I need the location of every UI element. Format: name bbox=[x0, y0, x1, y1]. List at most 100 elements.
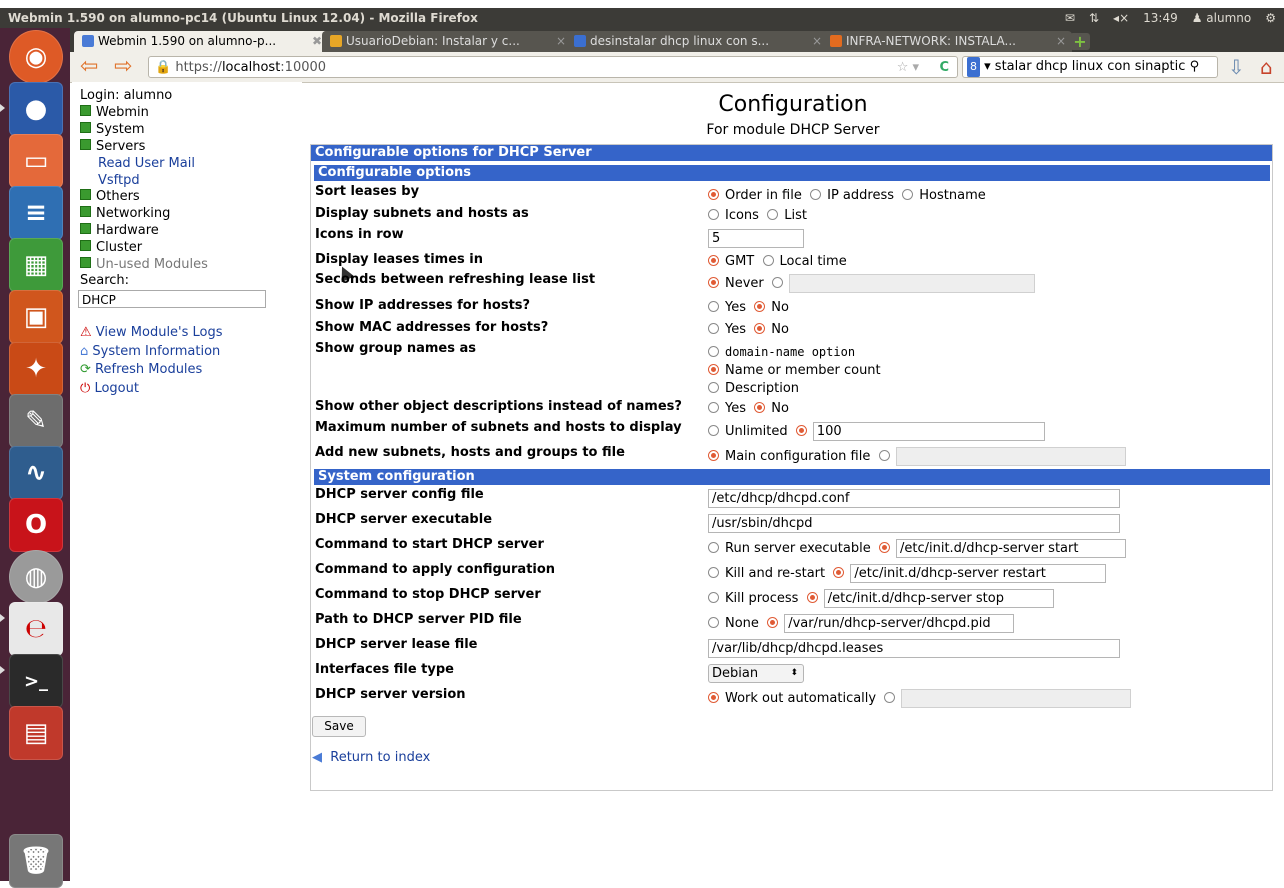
new-tab-button[interactable]: + bbox=[1070, 33, 1090, 50]
radio-icons[interactable] bbox=[708, 209, 719, 220]
module-read-user-mail[interactable]: Read User Mail bbox=[98, 156, 195, 172]
start-command-input[interactable]: /etc/init.d/dhcp-server start bbox=[895, 539, 1126, 558]
radio-name-or-member-count[interactable] bbox=[708, 364, 719, 375]
back-arrow-icon[interactable]: ⇦ bbox=[80, 55, 98, 79]
impress-icon[interactable]: ▣ bbox=[9, 290, 63, 344]
tab-usuariodebian[interactable]: UsuarioDebian: Instalar y c... × bbox=[322, 31, 572, 52]
tab-infra-network[interactable]: INFRA-NETWORK: INSTALA... × bbox=[822, 31, 1072, 52]
network-icon[interactable]: ⇅ bbox=[1089, 8, 1099, 28]
radio-never[interactable] bbox=[708, 277, 719, 288]
radio-version-custom[interactable] bbox=[884, 692, 896, 703]
close-tab-icon[interactable]: ✖ bbox=[312, 31, 322, 52]
system-monitor-icon[interactable]: ∿ bbox=[9, 446, 63, 500]
close-tab-icon[interactable]: × bbox=[812, 31, 822, 52]
radio-order-in-file[interactable] bbox=[708, 189, 719, 200]
ubuntu-logo-icon[interactable]: ◉ bbox=[9, 30, 63, 84]
volume-icon[interactable]: ◂× bbox=[1113, 8, 1129, 28]
radio-no[interactable] bbox=[754, 323, 766, 334]
close-tab-icon[interactable]: × bbox=[556, 31, 566, 52]
workspace-switcher-icon[interactable]: ▤ bbox=[9, 706, 63, 760]
save-button[interactable]: Save bbox=[312, 716, 366, 737]
tab-google-search[interactable]: desinstalar dhcp linux con s... × bbox=[566, 31, 828, 52]
google-search-engine-icon[interactable]: 8 bbox=[967, 57, 980, 77]
radio-hostname[interactable] bbox=[902, 189, 914, 200]
category-cluster[interactable]: Cluster bbox=[80, 240, 142, 256]
stop-command-input[interactable]: /etc/init.d/dhcp-server stop bbox=[823, 589, 1054, 608]
radio-list[interactable] bbox=[767, 209, 779, 220]
icons-in-row-input[interactable]: 5 bbox=[708, 229, 804, 248]
refresh-seconds-input[interactable] bbox=[789, 274, 1036, 293]
software-center-icon[interactable]: ✦ bbox=[9, 342, 63, 396]
radio-run-server-executable[interactable] bbox=[708, 542, 719, 553]
radio-ip-address[interactable] bbox=[810, 189, 822, 200]
system-information-link[interactable]: ⌂ System Information bbox=[80, 344, 220, 360]
downloads-icon[interactable]: ⇩ bbox=[1228, 55, 1245, 79]
refresh-modules-link[interactable]: ⟳ Refresh Modules bbox=[80, 362, 202, 378]
forward-arrow-icon[interactable]: ⇨ bbox=[114, 55, 132, 79]
radio-description[interactable] bbox=[708, 382, 719, 393]
category-unused-modules[interactable]: Un-used Modules bbox=[80, 257, 208, 273]
globe-icon[interactable]: ◍ bbox=[9, 550, 63, 604]
module-search-input[interactable]: DHCP bbox=[78, 290, 266, 308]
clock[interactable]: 13:49 bbox=[1143, 8, 1178, 28]
app-icon[interactable]: ℮ bbox=[9, 602, 63, 656]
radio-kill-and-restart[interactable] bbox=[708, 567, 719, 578]
files-icon[interactable]: ▭ bbox=[9, 134, 63, 188]
radio-none[interactable] bbox=[708, 617, 719, 628]
radio-max-custom[interactable] bbox=[795, 425, 807, 436]
opera-icon[interactable]: O bbox=[9, 498, 63, 552]
interfaces-type-select[interactable]: Debian ⬍ bbox=[708, 664, 804, 683]
radio-apply-custom[interactable] bbox=[833, 567, 845, 578]
category-system[interactable]: System bbox=[80, 122, 144, 138]
server-version-input[interactable] bbox=[901, 689, 1132, 708]
lease-file-input[interactable]: /var/lib/dhcp/dhcpd.leases bbox=[708, 639, 1120, 658]
radio-unlimited[interactable] bbox=[708, 425, 719, 436]
mail-icon[interactable]: ✉ bbox=[1065, 8, 1075, 28]
calc-icon[interactable]: ▦ bbox=[9, 238, 63, 292]
executable-input[interactable]: /usr/sbin/dhcpd bbox=[708, 514, 1120, 533]
radio-yes[interactable] bbox=[708, 323, 719, 334]
url-bar[interactable]: 🔒 https://localhost:10000 ☆ ▾ C bbox=[148, 56, 958, 78]
web-search-box[interactable]: 8 ▾ stalar dhcp linux con sinaptic ⚲ bbox=[962, 56, 1218, 78]
add-new-file-input[interactable] bbox=[895, 447, 1126, 466]
module-vsftpd[interactable]: Vsftpd bbox=[98, 173, 140, 189]
firefox-icon[interactable]: ● bbox=[9, 82, 63, 136]
gear-icon[interactable]: ⚙ bbox=[1265, 8, 1276, 28]
radio-start-custom[interactable] bbox=[878, 542, 890, 553]
system-settings-icon[interactable]: ✎ bbox=[9, 394, 63, 448]
radio-no[interactable] bbox=[754, 402, 766, 413]
radio-kill-process[interactable] bbox=[708, 592, 719, 603]
bookmark-star-icon[interactable]: ☆ ▾ bbox=[897, 57, 919, 79]
category-others[interactable]: Others bbox=[80, 189, 140, 205]
radio-no[interactable] bbox=[754, 301, 766, 312]
radio-yes[interactable] bbox=[708, 301, 719, 312]
category-webmin[interactable]: Webmin bbox=[80, 105, 149, 121]
radio-yes[interactable] bbox=[708, 402, 719, 413]
view-module-logs-link[interactable]: ⚠ View Module's Logs bbox=[80, 325, 223, 341]
close-tab-icon[interactable]: × bbox=[1056, 31, 1066, 52]
user-indicator[interactable]: ♟ alumno bbox=[1192, 8, 1252, 28]
trash-icon[interactable]: 🗑 bbox=[9, 834, 63, 888]
category-servers[interactable]: Servers bbox=[80, 139, 145, 155]
magnifier-icon[interactable]: ⚲ bbox=[1190, 59, 1200, 74]
radio-refresh-custom[interactable] bbox=[772, 277, 784, 288]
terminal-icon[interactable]: >_ bbox=[9, 654, 63, 708]
radio-stop-custom[interactable] bbox=[806, 592, 818, 603]
apply-command-input[interactable]: /etc/init.d/dhcp-server restart bbox=[850, 564, 1107, 583]
config-file-input[interactable]: /etc/dhcp/dhcpd.conf bbox=[708, 489, 1120, 508]
pid-file-input[interactable]: /var/run/dhcp-server/dhcpd.pid bbox=[784, 614, 1015, 633]
radio-pid-custom[interactable] bbox=[767, 617, 779, 628]
radio-work-out-automatically[interactable] bbox=[708, 692, 719, 703]
home-icon[interactable]: ⌂ bbox=[1260, 55, 1273, 79]
category-hardware[interactable]: Hardware bbox=[80, 223, 159, 239]
radio-gmt[interactable] bbox=[708, 255, 719, 266]
radio-domain-name-option[interactable] bbox=[708, 346, 719, 357]
tab-webmin[interactable]: Webmin 1.590 on alumno-p... ✖ bbox=[74, 31, 328, 52]
radio-main-config-file[interactable] bbox=[708, 450, 719, 461]
radio-local-time[interactable] bbox=[762, 255, 774, 266]
radio-other-file[interactable] bbox=[878, 450, 890, 461]
reload-icon[interactable]: C bbox=[939, 57, 949, 79]
return-to-index-link[interactable]: ◀ Return to index bbox=[312, 750, 430, 765]
category-networking[interactable]: Networking bbox=[80, 206, 170, 222]
writer-icon[interactable]: ≡ bbox=[9, 186, 63, 240]
